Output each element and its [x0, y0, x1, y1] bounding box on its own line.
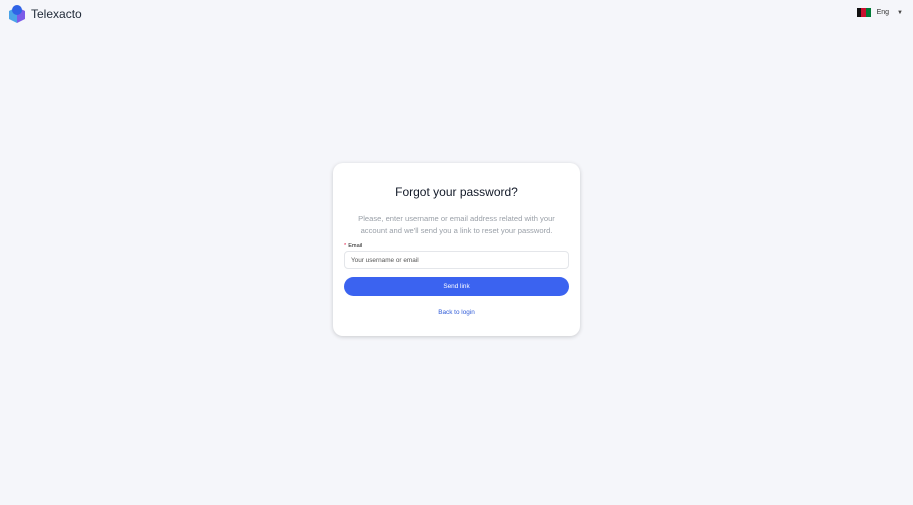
telexacto-logo-icon: [7, 4, 27, 24]
language-selector[interactable]: Eng ▼: [856, 8, 903, 17]
email-placeholder: Your username or email: [351, 256, 419, 264]
caret-down-icon: ▼: [897, 9, 903, 16]
email-label: * Email: [344, 243, 569, 249]
language-label: Eng: [876, 9, 890, 16]
forgot-password-card: Forgot your password? Please, enter user…: [333, 163, 580, 336]
send-link-button[interactable]: Send link: [344, 277, 569, 296]
brand-name: Telexacto: [31, 7, 82, 21]
email-label-text: Email: [348, 243, 363, 249]
instructions-text: Please, enter username or email address …: [358, 214, 555, 235]
back-to-login-link[interactable]: Back to login: [344, 309, 569, 316]
email-field[interactable]: Your username or email: [344, 251, 569, 269]
flag-icon: [856, 8, 871, 17]
brand-logo[interactable]: Telexacto: [7, 4, 82, 24]
required-mark: *: [344, 243, 347, 249]
page-title: Forgot your password?: [395, 185, 518, 199]
